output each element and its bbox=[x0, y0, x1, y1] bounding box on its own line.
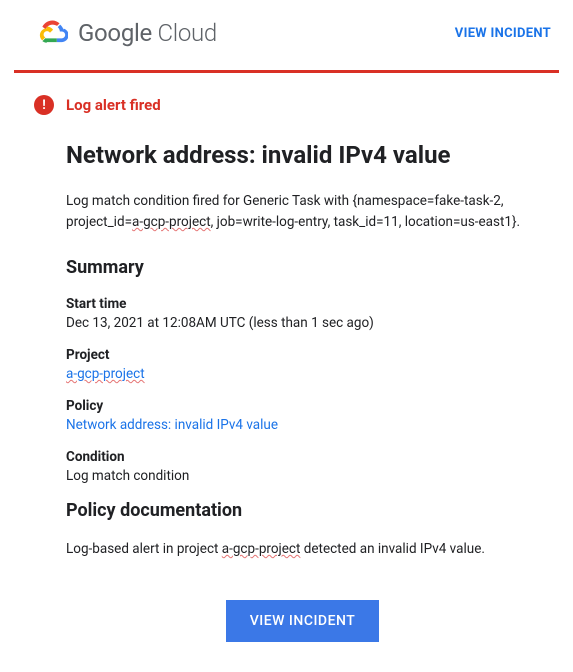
field-project: Project a-gcp-project bbox=[66, 347, 539, 382]
project-link[interactable]: a-gcp-project bbox=[66, 366, 539, 382]
policy-doc-heading: Policy documentation bbox=[66, 500, 539, 521]
logo: Google Cloud bbox=[38, 18, 217, 48]
alert-label: Log alert fired bbox=[66, 96, 161, 114]
start-time-label: Start time bbox=[66, 296, 539, 312]
policy-label: Policy bbox=[66, 398, 539, 414]
condition-label: Condition bbox=[66, 449, 539, 465]
alert-icon: ! bbox=[34, 95, 54, 115]
start-time-value: Dec 13, 2021 at 12:08AM UTC (less than 1… bbox=[66, 315, 539, 331]
alert-heading-row: ! Log alert fired bbox=[34, 95, 539, 115]
project-id-squiggle-2: a-gcp-project bbox=[222, 541, 301, 557]
field-policy: Policy Network address: invalid IPv4 val… bbox=[66, 398, 539, 433]
policy-link[interactable]: Network address: invalid IPv4 value bbox=[66, 417, 539, 433]
project-id-squiggle: a-gcp-project bbox=[132, 214, 211, 230]
view-incident-button[interactable]: VIEW INCIDENT bbox=[226, 600, 380, 642]
view-incident-link-top[interactable]: VIEW INCIDENT bbox=[455, 26, 551, 41]
page-title: Network address: invalid IPv4 value bbox=[66, 141, 539, 169]
button-row: VIEW INCIDENT bbox=[66, 600, 539, 642]
field-start-time: Start time Dec 13, 2021 at 12:08AM UTC (… bbox=[66, 296, 539, 331]
project-label: Project bbox=[66, 347, 539, 363]
header: Google Cloud VIEW INCIDENT bbox=[0, 0, 573, 70]
content: ! Log alert fired Network address: inval… bbox=[0, 73, 573, 672]
google-cloud-icon bbox=[38, 18, 68, 48]
brand-text: Google Cloud bbox=[78, 19, 217, 47]
field-condition: Condition Log match condition bbox=[66, 449, 539, 484]
policy-doc-text: Log-based alert in project a-gcp-project… bbox=[66, 539, 539, 560]
lead-description: Log match condition fired for Generic Ta… bbox=[66, 191, 539, 233]
summary-heading: Summary bbox=[66, 257, 539, 278]
condition-value: Log match condition bbox=[66, 468, 539, 484]
